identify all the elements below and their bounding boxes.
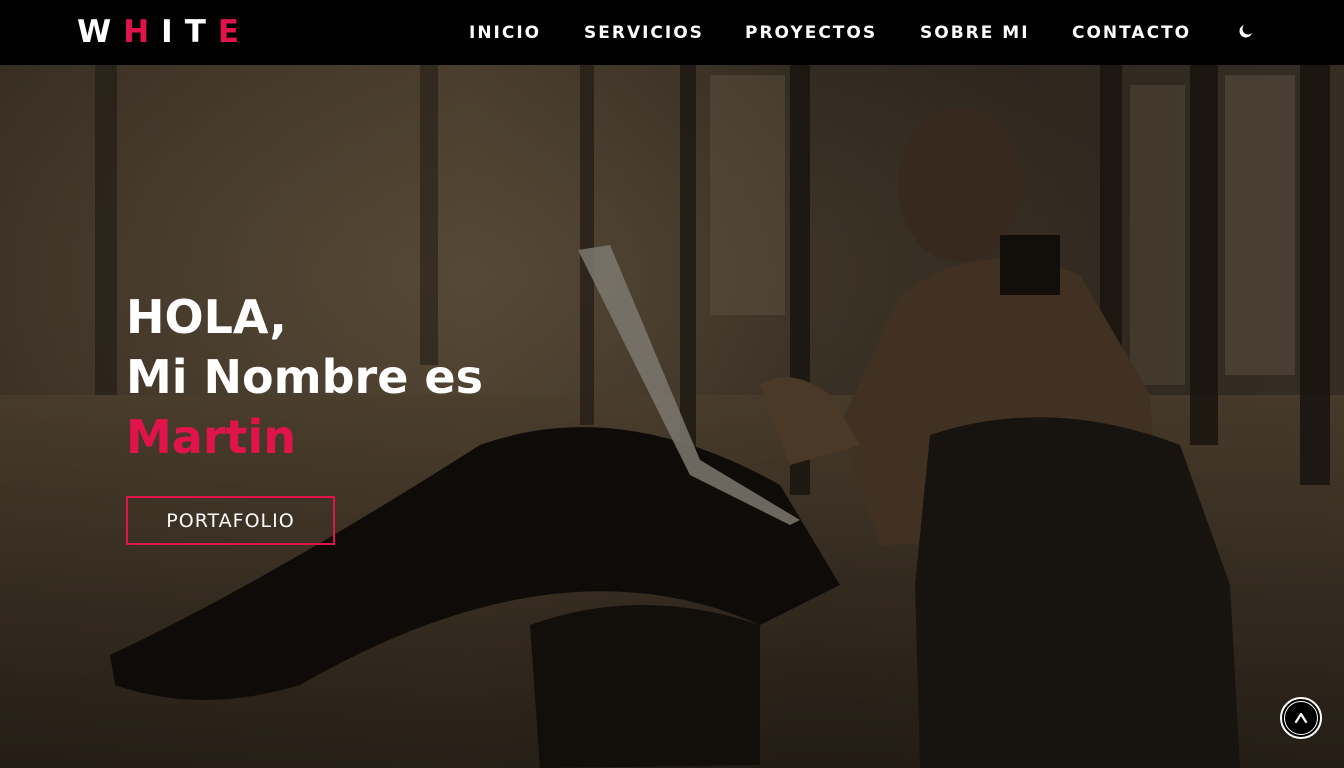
main-nav: INICIO SERVICIOS PROYECTOS SOBRE MI CONT… [469, 22, 1344, 44]
scroll-to-top-button[interactable] [1280, 697, 1322, 739]
logo-letter-e: E [217, 13, 252, 50]
nav-link-inicio[interactable]: INICIO [469, 22, 541, 44]
logo-letter-w: W [77, 13, 124, 50]
chevron-up-icon [1294, 712, 1308, 724]
hero-heading: HOLA, Mi Nombre es Martin [126, 287, 626, 467]
hero-name: Martin [126, 410, 297, 464]
top-navbar: W H I T E INICIO SERVICIOS PROYECTOS SOB… [0, 0, 1344, 65]
portfolio-button[interactable]: PORTAFOLIO [126, 496, 335, 545]
scroll-to-top-ring [1284, 701, 1318, 735]
nav-link-proyectos[interactable]: PROYECTOS [745, 22, 877, 44]
nav-link-servicios[interactable]: SERVICIOS [584, 22, 704, 44]
nav-link-sobre-mi[interactable]: SOBRE MI [920, 22, 1030, 44]
nav-link-contacto[interactable]: CONTACTO [1072, 22, 1191, 44]
hero-section: HOLA, Mi Nombre es Martin PORTAFOLIO [0, 65, 1344, 768]
brand-logo[interactable]: W H I T E [77, 14, 251, 50]
logo-letter-h: H [123, 13, 162, 50]
logo-letter-t: T [184, 13, 218, 50]
hero-greeting: HOLA, [126, 290, 287, 344]
logo-letter-i: I [161, 13, 185, 50]
theme-toggle-button[interactable] [1235, 20, 1257, 42]
moon-icon [1239, 25, 1252, 38]
hero-intro: Mi Nombre es [126, 350, 483, 404]
